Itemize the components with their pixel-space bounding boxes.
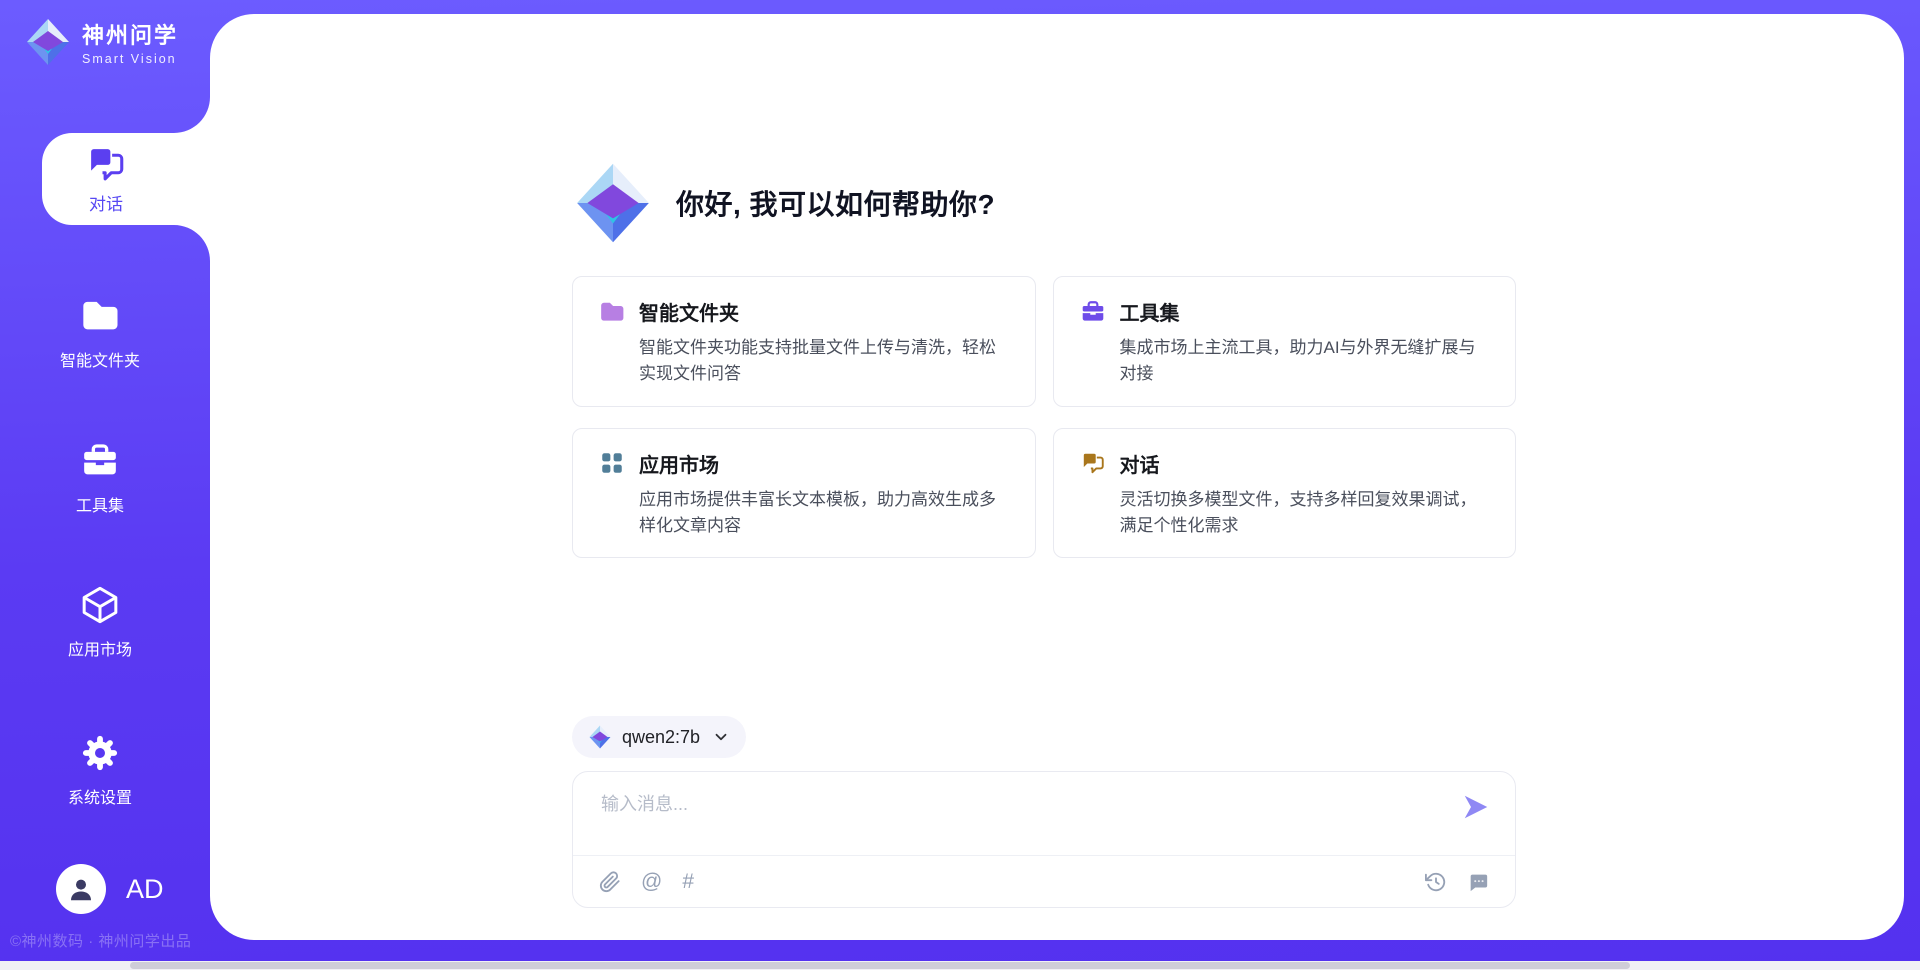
chevron-down-icon	[712, 728, 730, 746]
brand-subtitle: Smart Vision	[82, 52, 178, 66]
model-name: qwen2:7b	[622, 727, 700, 748]
copyright: ©神州数码 · 神州问学出品	[10, 930, 191, 951]
message-input[interactable]	[599, 788, 1393, 846]
toolbox-icon	[1080, 299, 1106, 325]
cube-icon	[80, 585, 120, 625]
feature-cards: 智能文件夹 智能文件夹功能支持批量文件上传与清洗，轻松实现文件问答 工具集 集	[572, 276, 1516, 558]
user-profile[interactable]: AD	[56, 864, 164, 914]
card-description: 应用市场提供丰富长文本模板，助力高效生成多样化文章内容	[639, 487, 1009, 540]
card-description: 集成市场上主流工具，助力AI与外界无缝扩展与对接	[1120, 335, 1490, 388]
history-button[interactable]	[1425, 871, 1447, 893]
grid-icon	[599, 450, 625, 476]
card-description: 灵活切换多模型文件，支持多样回复效果调试，满足个性化需求	[1120, 487, 1490, 540]
chat-icon	[1080, 450, 1106, 476]
sidebar-item-chat[interactable]: 对话	[42, 133, 170, 225]
sidebar-item-settings[interactable]: 系统设置	[0, 733, 200, 808]
card-description: 智能文件夹功能支持批量文件上传与清洗，轻松实现文件问答	[639, 335, 1009, 388]
sidebar-item-label: 系统设置	[68, 784, 132, 808]
hash-button[interactable]: #	[682, 871, 694, 892]
card-app-market[interactable]: 应用市场 应用市场提供丰富长文本模板，助力高效生成多样化文章内容	[572, 428, 1036, 559]
brand-name: 神州问学	[82, 18, 178, 50]
brand-text: 神州问学 Smart Vision	[82, 18, 178, 66]
composer-toolbar: @ #	[573, 855, 1515, 907]
sidebar-item-label: 智能文件夹	[60, 347, 140, 371]
toolbox-icon	[80, 441, 120, 481]
brand: 神州问学 Smart Vision	[24, 18, 178, 66]
avatar	[56, 864, 106, 914]
composer: @ #	[572, 771, 1516, 908]
card-chat[interactable]: 对话 灵活切换多模型文件，支持多样回复效果调试，满足个性化需求	[1053, 428, 1517, 559]
history-icon	[1425, 871, 1447, 893]
paperclip-icon	[599, 871, 621, 893]
brand-diamond-icon	[588, 725, 612, 749]
sidebar-item-label: 应用市场	[68, 636, 132, 660]
scrollbar-thumb[interactable]	[130, 962, 1630, 969]
sidebar: 神州问学 Smart Vision 对话 智能文件夹 工具集	[0, 0, 210, 970]
sidebar-item-label: 对话	[89, 190, 123, 215]
card-title: 智能文件夹	[639, 297, 739, 326]
card-title: 对话	[1120, 449, 1160, 478]
assistant-diamond-icon	[572, 162, 654, 244]
greeting-text: 你好, 我可以如何帮助你?	[676, 183, 995, 223]
folder-icon	[599, 299, 625, 325]
chat-icon	[85, 143, 127, 185]
brand-diamond-icon	[24, 18, 72, 66]
sidebar-item-toolset[interactable]: 工具集	[0, 441, 200, 516]
mention-button[interactable]: @	[641, 871, 662, 892]
greeting: 你好, 我可以如何帮助你?	[572, 162, 995, 244]
chat-bubble-button[interactable]	[1467, 871, 1489, 893]
horizontal-scrollbar[interactable]	[0, 961, 1920, 970]
sidebar-item-label: 工具集	[76, 492, 124, 516]
card-smart-folder[interactable]: 智能文件夹 智能文件夹功能支持批量文件上传与清洗，轻松实现文件问答	[572, 276, 1036, 407]
sidebar-item-smart-folder[interactable]: 智能文件夹	[0, 296, 200, 371]
send-button[interactable]	[1461, 792, 1491, 822]
sidebar-item-app-market[interactable]: 应用市场	[0, 585, 200, 660]
main-panel: 你好, 我可以如何帮助你? 智能文件夹 智能文件夹功能支持批量文件上传与清洗，轻…	[210, 14, 1904, 940]
user-name: AD	[126, 874, 164, 905]
card-toolset[interactable]: 工具集 集成市场上主流工具，助力AI与外界无缝扩展与对接	[1053, 276, 1517, 407]
chat-bubble-icon	[1467, 871, 1489, 893]
gear-icon	[80, 733, 120, 773]
card-title: 工具集	[1120, 297, 1180, 326]
send-icon	[1461, 792, 1491, 822]
model-selector[interactable]: qwen2:7b	[572, 716, 746, 758]
card-title: 应用市场	[639, 449, 719, 478]
folder-icon	[80, 296, 120, 336]
attach-button[interactable]	[599, 871, 621, 893]
